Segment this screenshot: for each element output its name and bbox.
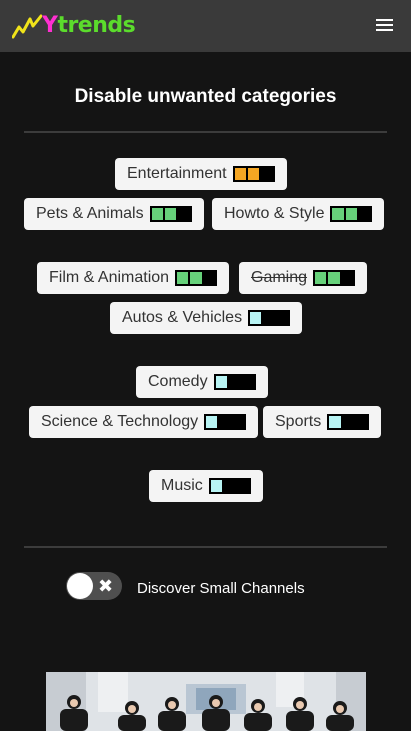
- menu-line: [376, 29, 393, 31]
- category-chip-label: Pets & Animals: [36, 205, 144, 222]
- trend-level-segment: [205, 415, 219, 429]
- trend-level-segment: [227, 375, 242, 389]
- hamburger-menu-icon[interactable]: [376, 18, 393, 32]
- trend-level-segment: [358, 207, 372, 221]
- category-chip-label: Comedy: [148, 373, 208, 390]
- trend-level-meter: [248, 310, 291, 326]
- category-chip-label: Autos & Vehicles: [122, 309, 243, 326]
- trend-level-meter: [149, 206, 192, 222]
- logo[interactable]: Ytrends: [12, 12, 136, 40]
- trend-level-segment: [218, 415, 232, 429]
- logo-word-trends: trends: [57, 13, 136, 38]
- category-chip[interactable]: Entertainment: [115, 158, 287, 190]
- trend-level-segment: [260, 167, 274, 181]
- category-chip-label: Entertainment: [127, 165, 227, 182]
- category-chip[interactable]: Science & Technology: [29, 406, 258, 438]
- trend-level-segment: [246, 167, 261, 181]
- divider: [24, 546, 387, 548]
- toggle-knob: [67, 573, 93, 599]
- trend-level-segment: [176, 271, 190, 285]
- trend-level-segment: [262, 311, 276, 325]
- menu-line: [376, 19, 393, 21]
- trend-level-segment: [163, 207, 178, 221]
- trend-level-segment: [202, 271, 217, 285]
- trend-level-segment: [231, 415, 246, 429]
- trend-level-segment: [331, 207, 345, 221]
- trend-level-segment: [223, 479, 237, 493]
- trend-level-segment: [328, 415, 342, 429]
- category-chip[interactable]: Gaming: [239, 262, 367, 294]
- divider: [24, 131, 387, 133]
- logo-text: Ytrends: [42, 13, 136, 38]
- trend-level-segment: [241, 375, 255, 389]
- trend-level-meter: [232, 166, 275, 182]
- trend-level-segment: [327, 271, 341, 285]
- menu-line: [376, 24, 393, 26]
- trend-level-segment: [189, 271, 203, 285]
- trend-level-segment: [344, 207, 359, 221]
- trend-zigzag-icon: [12, 14, 42, 39]
- trend-level-segment: [341, 415, 355, 429]
- trend-level-meter: [208, 478, 251, 494]
- category-chip[interactable]: Comedy: [136, 366, 268, 398]
- trend-level-segment: [340, 271, 355, 285]
- close-icon: ✖: [98, 576, 114, 596]
- category-chip[interactable]: Pets & Animals: [24, 198, 204, 230]
- trend-level-segment: [249, 311, 263, 325]
- trend-level-segment: [275, 311, 290, 325]
- category-chip[interactable]: Sports: [263, 406, 381, 438]
- category-chip-label: Music: [161, 477, 203, 494]
- category-chip-label: Gaming: [251, 269, 308, 286]
- category-chip-label: Film & Animation: [49, 269, 170, 286]
- trend-level-segment: [354, 415, 369, 429]
- category-chip[interactable]: Autos & Vehicles: [110, 302, 302, 334]
- category-chip[interactable]: Music: [149, 470, 263, 502]
- trend-level-meter: [327, 414, 370, 430]
- trend-level-segment: [177, 207, 191, 221]
- category-chip[interactable]: Film & Animation: [37, 262, 229, 294]
- trend-level-meter: [330, 206, 373, 222]
- category-chip-label: Howto & Style: [224, 205, 325, 222]
- trend-level-segment: [314, 271, 328, 285]
- trend-level-meter: [313, 270, 356, 286]
- trend-level-meter: [213, 374, 256, 390]
- thumbnail-image: [46, 672, 366, 731]
- discover-small-channels-label: Discover Small Channels: [137, 580, 305, 597]
- top-bar: Ytrends: [0, 0, 411, 52]
- trend-level-meter: [175, 270, 218, 286]
- category-chip-label: Science & Technology: [41, 413, 199, 430]
- logo-letter-y: Y: [42, 13, 58, 38]
- trend-level-segment: [150, 207, 164, 221]
- category-chip[interactable]: Howto & Style: [212, 198, 384, 230]
- trend-level-segment: [214, 375, 228, 389]
- video-thumbnail[interactable]: [46, 672, 366, 731]
- trend-level-meter: [204, 414, 247, 430]
- trend-level-segment: [209, 479, 224, 493]
- page-title: Disable unwanted categories: [74, 86, 337, 107]
- discover-small-channels-toggle[interactable]: ✖: [66, 572, 122, 600]
- category-chip-label: Sports: [275, 413, 322, 430]
- trend-level-segment: [236, 479, 250, 493]
- trend-level-segment: [233, 167, 247, 181]
